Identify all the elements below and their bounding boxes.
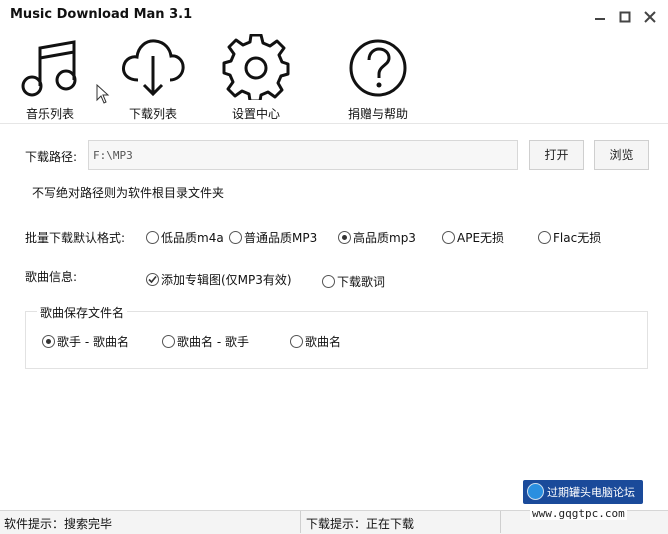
minimize-icon <box>595 18 605 20</box>
toolbar-music-list[interactable]: 音乐列表 <box>20 34 80 122</box>
toolbar-label-download-list: 下载列表 <box>128 107 177 121</box>
close-icon <box>644 11 656 23</box>
radio-indicator <box>162 335 175 348</box>
open-button[interactable]: 打开 <box>529 140 584 170</box>
toolbar-download-list[interactable]: 下载列表 <box>118 34 188 122</box>
maximize-icon <box>619 11 631 23</box>
toolbar-donate-help[interactable]: 捐赠与帮助 <box>340 34 416 122</box>
format-label-flac: Flac无损 <box>553 231 602 245</box>
format-label-ape: APE无损 <box>457 231 505 245</box>
question-icon <box>349 39 407 97</box>
status-divider <box>500 511 501 533</box>
path-hint-text: 不写绝对路径则为软件根目录文件夹 <box>32 186 225 200</box>
radio-indicator-selected <box>42 335 55 348</box>
song-info-label: 歌曲信息: <box>25 270 78 284</box>
format-radio-ape[interactable]: APE无损 <box>442 229 504 246</box>
minimize-button[interactable] <box>590 8 610 26</box>
filename-label-title-artist: 歌曲名 - 歌手 <box>177 335 249 349</box>
close-button[interactable] <box>640 8 660 26</box>
gear-icon <box>222 33 290 103</box>
add-cover-checkbox[interactable]: 添加专辑图(仅MP3有效) <box>146 271 292 288</box>
checkbox-checked-indicator <box>146 273 159 286</box>
radio-indicator <box>146 231 159 244</box>
checkbox-indicator <box>322 275 335 288</box>
checkmark-icon <box>148 275 157 284</box>
add-cover-label: 添加专辑图(仅MP3有效) <box>161 273 292 287</box>
format-radio-m4a[interactable]: 低品质m4a <box>146 229 224 246</box>
watermark-banner: 过期罐头电脑论坛 <box>523 480 643 504</box>
download-lyrics-label: 下载歌词 <box>337 275 386 289</box>
radio-indicator <box>442 231 455 244</box>
radio-indicator <box>229 231 242 244</box>
filename-radio-title-artist[interactable]: 歌曲名 - 歌手 <box>162 333 249 350</box>
download-path-input[interactable] <box>88 140 518 170</box>
watermark-url: www.gqgtpc.com <box>530 507 627 520</box>
radio-indicator <box>290 335 303 348</box>
format-radio-flac[interactable]: Flac无损 <box>538 229 601 246</box>
window-title: Music Download Man 3.1 <box>10 7 193 22</box>
mouse-cursor-icon <box>96 84 110 104</box>
filename-radio-artist-title[interactable]: 歌手 - 歌曲名 <box>42 333 129 350</box>
maximize-button[interactable] <box>615 8 635 26</box>
format-label-mp3-normal: 普通品质MP3 <box>244 231 318 245</box>
radio-indicator <box>538 231 551 244</box>
toolbar-separator <box>0 123 668 124</box>
format-radio-mp3-high[interactable]: 高品质mp3 <box>338 229 416 246</box>
title-bar: Music Download Man 3.1 <box>0 0 668 34</box>
browse-button[interactable]: 浏览 <box>594 140 649 170</box>
radio-indicator-selected <box>338 231 351 244</box>
download-lyrics-checkbox[interactable]: 下载歌词 <box>322 273 385 290</box>
download-status: 下载提示：正在下载 <box>306 517 415 531</box>
filename-label-title: 歌曲名 <box>305 335 342 349</box>
toolbar-label-music-list: 音乐列表 <box>25 107 74 121</box>
filename-label-artist-title: 歌手 - 歌曲名 <box>57 335 129 349</box>
main-toolbar: 音乐列表 下载列表 设置中心 捐赠与帮助 <box>0 33 668 122</box>
toolbar-settings[interactable]: 设置中心 <box>222 33 290 122</box>
format-radio-mp3-normal[interactable]: 普通品质MP3 <box>229 229 317 246</box>
watermark-text: 过期罐头电脑论坛 <box>547 486 635 499</box>
software-status: 软件提示：搜索完毕 <box>4 517 113 531</box>
filename-group-title: 歌曲保存文件名 <box>37 304 128 321</box>
music-note-icon <box>21 40 77 97</box>
format-label-mp3-high: 高品质mp3 <box>353 231 416 245</box>
filename-radio-title[interactable]: 歌曲名 <box>290 333 341 350</box>
format-label-m4a: 低品质m4a <box>161 231 224 245</box>
watermark-logo-icon <box>527 483 544 500</box>
toolbar-label-settings: 设置中心 <box>231 107 280 121</box>
format-label: 批量下载默认格式: <box>25 231 126 245</box>
toolbar-label-donate-help: 捐赠与帮助 <box>347 107 408 121</box>
status-divider <box>300 511 301 533</box>
cloud-download-icon <box>122 39 185 97</box>
download-path-label: 下载路径: <box>25 150 78 164</box>
